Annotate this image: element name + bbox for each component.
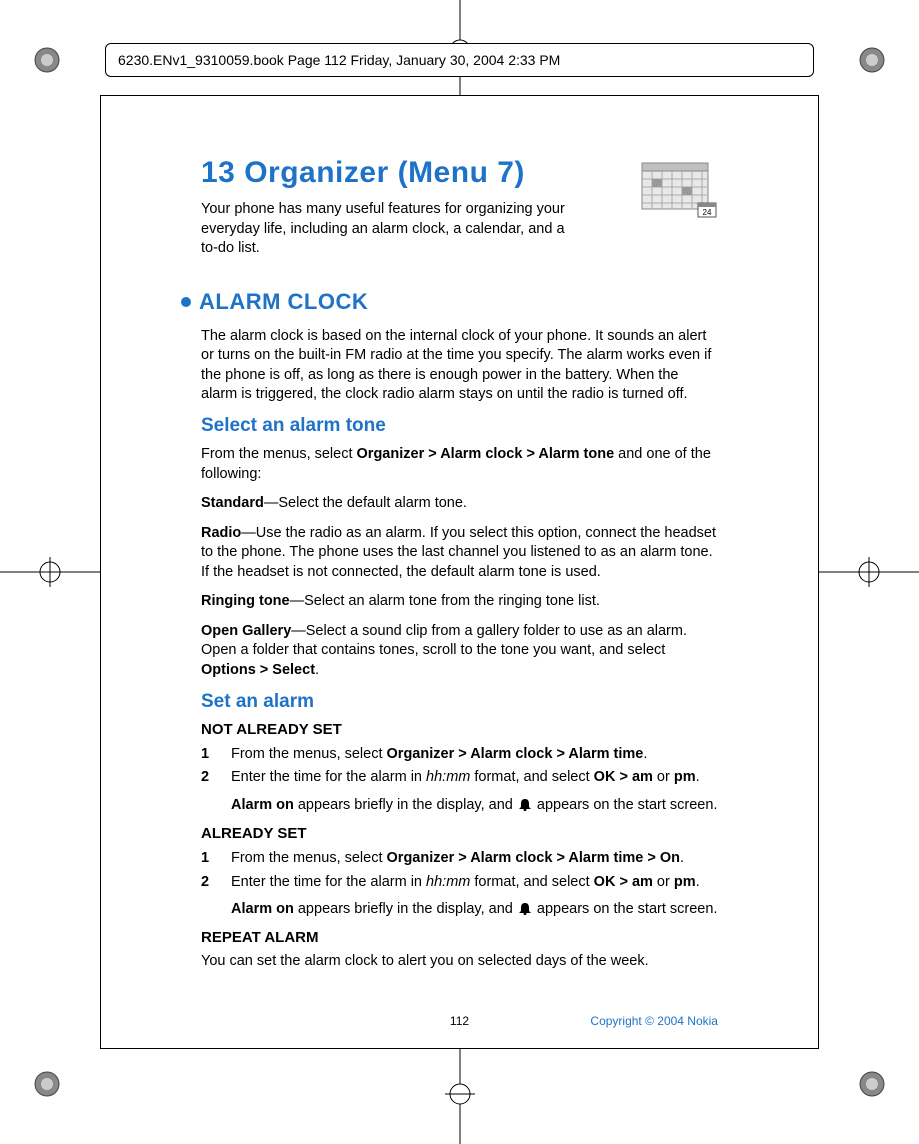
page-number: 112 [373,1014,545,1028]
crop-mark-icon [819,547,919,597]
sub-heading-select-tone: Select an alarm tone [201,415,718,437]
calendar-icon: 24 [640,161,718,219]
copyright-text: Copyright © 2004 Nokia [546,1014,718,1028]
sub-heading-set-alarm: Set an alarm [201,691,718,713]
steps-already-set: From the menus, select Organizer > Alarm… [201,848,718,894]
step: Enter the time for the alarm in hh:mm fo… [201,767,718,789]
registration-mark-icon [30,1067,64,1101]
option-radio: Radio—Use the radio as an alarm. If you … [201,524,718,583]
svg-text:24: 24 [703,208,712,217]
registration-mark-icon [855,1067,889,1101]
heading-already-set: ALREADY SET [201,825,718,842]
crop-mark-icon [435,1049,485,1144]
bell-icon [517,902,533,916]
heading-repeat-alarm: REPEAT ALARM [201,929,718,946]
chapter-intro: Your phone has many useful features for … [201,200,581,259]
heading-not-already-set: NOT ALREADY SET [201,721,718,738]
option-gallery: Open Gallery—Select a sound clip from a … [201,622,718,681]
option-ringing: Ringing tone—Select an alarm tone from t… [201,592,718,612]
page-footer: 112 Copyright © 2004 Nokia [201,1014,718,1028]
page-content: 13 Organizer (Menu 7) Your phone has man… [201,156,718,998]
followup-already-set: Alarm on appears briefly in the display,… [201,899,718,921]
alarm-clock-intro: The alarm clock is based on the internal… [201,327,718,405]
registration-mark-icon [30,43,64,77]
followup-not-set: Alarm on appears briefly in the display,… [201,795,718,817]
crop-mark-icon [0,547,100,597]
option-standard: Standard—Select the default alarm tone. [201,494,718,514]
step: From the menus, select Organizer > Alarm… [201,744,718,766]
registration-mark-icon [855,43,889,77]
book-info-tag: 6230.ENv1_9310059.book Page 112 Friday, … [105,43,814,77]
chapter-title: 13 Organizer (Menu 7) [201,156,581,190]
bell-icon [517,798,533,812]
step: From the menus, select Organizer > Alarm… [201,848,718,870]
section-heading-alarm-clock: ALARM CLOCK [199,289,368,315]
select-tone-intro: From the menus, select Organizer > Alarm… [201,445,718,484]
steps-not-set: From the menus, select Organizer > Alarm… [201,744,718,790]
repeat-alarm-body: You can set the alarm clock to alert you… [201,952,718,972]
step: Enter the time for the alarm in hh:mm fo… [201,872,718,894]
page-frame: 13 Organizer (Menu 7) Your phone has man… [100,95,819,1049]
bullet-icon [181,297,191,307]
